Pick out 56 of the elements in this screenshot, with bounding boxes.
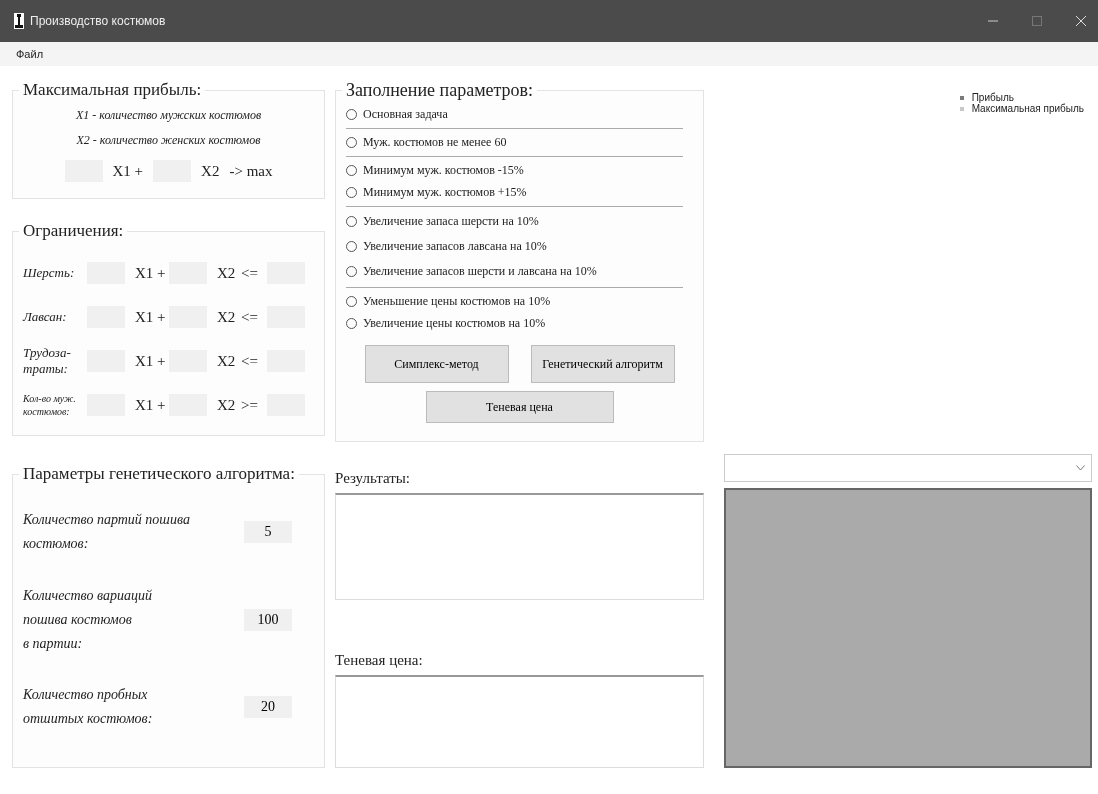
radio-option[interactable]: Муж. костюмов не менее 60 (346, 131, 683, 153)
variable-label: X2 (216, 264, 237, 282)
variable-label: X1 + (134, 308, 167, 326)
results-field[interactable] (335, 493, 704, 600)
variable-label: X2 (201, 162, 220, 180)
radio-option[interactable]: Увеличение запаса шерсти на 10% (346, 209, 683, 234)
shadow-price-field[interactable] (335, 675, 704, 768)
input-field[interactable]: 20 (244, 696, 292, 719)
variable-label: X2 (216, 396, 237, 414)
action-button[interactable]: Теневая цена (425, 391, 614, 423)
variable-label: X1 + (134, 352, 167, 370)
results-label: Результаты: (335, 470, 411, 487)
operator-label: >= (241, 396, 259, 414)
maximize-icon[interactable] (1032, 16, 1042, 26)
operator-label: <= (241, 264, 259, 282)
action-button[interactable]: Генетический алгоритм (530, 345, 675, 383)
radio-option[interactable]: Основная задача (346, 103, 683, 125)
parameter-label: Количество пробных отшитых костюмов: (23, 686, 153, 729)
input-field[interactable]: 100 (244, 608, 292, 631)
operator-label: <= (241, 308, 259, 326)
legend-label: Прибыль (971, 92, 1014, 103)
group-title: Заполнение параметров: (345, 80, 535, 101)
parameter-label: Количество партий пошива костюмов: (23, 511, 190, 554)
group-title: Максимальная прибыль: (22, 80, 203, 100)
chevron-down-icon (1076, 465, 1085, 471)
input-field[interactable]: 5 (244, 521, 292, 544)
dropdown[interactable] (724, 454, 1092, 482)
constraint-label: Трудоза- траты: (23, 344, 72, 379)
radio-option[interactable]: Минимум муж. костюмов -15% (346, 159, 683, 181)
constraint-label: Шерсть: (23, 264, 76, 282)
variable-note: X2 - количество женских костюмов (75, 133, 262, 148)
variable-label: X2 (216, 352, 237, 370)
operator-label: <= (241, 352, 259, 370)
close-icon[interactable] (1076, 16, 1086, 26)
group-title: Ограничения: (22, 221, 125, 242)
shadow-price-label: Теневая цена: (335, 652, 424, 669)
radio-option[interactable]: Уменьшение цены костюмов на 10% (346, 290, 693, 312)
app-icon (14, 13, 24, 29)
radio-option[interactable]: Минимум муж. костюмов +15% (346, 181, 683, 203)
radio-option[interactable]: Увеличение цены костюмов на 10% (346, 312, 693, 334)
radio-option[interactable]: Увеличение запасов лавсана на 10% (346, 234, 683, 259)
group-title: Параметры генетического алгоритма: (22, 464, 296, 485)
target-label: -> max (229, 162, 273, 180)
constraint-label: Лавсан: (23, 308, 68, 326)
action-button[interactable]: Симплекс-метод (364, 345, 509, 383)
menu-item[interactable]: Файл (16, 48, 44, 60)
radio-option[interactable]: Увеличение запасов шерсти и лавсана на 10% (346, 259, 683, 284)
variable-label: X1 + (112, 162, 144, 180)
variable-label: X2 (216, 308, 237, 326)
constraint-label: Кол-во муж. костюмов: (23, 392, 77, 419)
variable-label: X1 + (134, 396, 167, 414)
legend-label: Максимальная прибыль (971, 103, 1084, 114)
window-title: Производство костюмов (30, 14, 167, 28)
parameter-label: Количество вариаций пошива костюмов в партии: (23, 587, 152, 653)
variable-label: X1 + (134, 264, 167, 282)
variable-note: X1 - количество мужских костюмов (74, 108, 263, 123)
